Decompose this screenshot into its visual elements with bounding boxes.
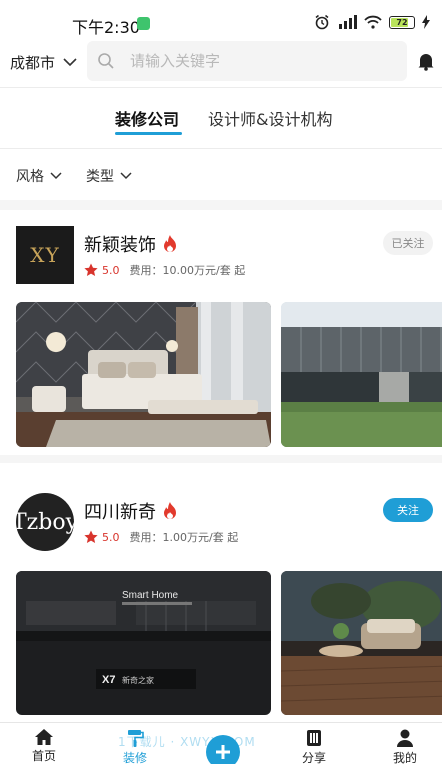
share-icon (307, 730, 321, 746)
case-image-garden[interactable] (281, 571, 442, 715)
filter-type[interactable]: 类型 (86, 166, 132, 186)
svg-text:X7: X7 (102, 674, 115, 686)
status-time: 下午2:30 (72, 18, 140, 37)
company-name[interactable]: 新颖装饰 (84, 231, 156, 257)
section-separator (0, 200, 442, 210)
chevron-down-icon (120, 172, 132, 180)
fire-icon (164, 502, 176, 519)
nav-decoration[interactable]: 装修 (105, 729, 165, 764)
company-name-row: 四川新奇 (84, 498, 178, 524)
star-icon (84, 263, 98, 276)
filter-style-label: 风格 (16, 169, 44, 185)
bell-icon[interactable] (416, 51, 436, 71)
company-logo[interactable]: XY (16, 226, 74, 284)
nav-mine[interactable]: 我的 (375, 729, 435, 764)
search-placeholder[interactable]: 请输入关键字 (130, 50, 220, 71)
fee-text: 费用：1.00万元/套 起 (129, 531, 239, 544)
header-divider (0, 87, 442, 88)
nav-decoration-label: 装修 (122, 751, 147, 764)
smart-home-image: Smart Home X7 新奇之家 (16, 571, 271, 715)
tab-active-indicator (115, 132, 182, 135)
status-icons: 72 (314, 14, 430, 30)
bedroom-image (16, 302, 271, 447)
tab-bar: 装修公司 设计师&设计机构 (0, 96, 442, 146)
home-icon (35, 729, 53, 745)
top-bar: 成都市 请输入关键字 (0, 40, 442, 84)
bottom-nav: 1下载儿 · XWYX.COM 首页 装修 分享 我的 (0, 722, 442, 764)
case-image-smart-home[interactable]: Smart Home X7 新奇之家 (16, 571, 271, 715)
fee-text: 费用：10.00万元/套 起 (129, 264, 246, 277)
search-icon (98, 53, 114, 69)
status-bar: 下午2:30 72 (0, 0, 442, 44)
battery-icon: 72 (389, 15, 415, 29)
nav-home-label: 首页 (31, 749, 56, 763)
fire-icon (164, 235, 176, 252)
smart-home-title: Smart Home (122, 590, 179, 601)
company-logo-text: XY (30, 243, 60, 267)
chevron-down-icon (50, 172, 62, 180)
nav-mine-label: 我的 (392, 751, 417, 764)
wifi-icon (364, 15, 382, 29)
tab-decoration-company[interactable]: 装修公司 (115, 106, 179, 130)
filter-bar: 风格 类型 (0, 156, 442, 196)
company-logo-text: Tzboy (16, 509, 74, 535)
alarm-icon (315, 14, 329, 30)
rating-row: 5.0 费用：10.00万元/套 起 (84, 262, 245, 278)
app-notification-icon (137, 17, 150, 30)
plus-icon (216, 745, 230, 759)
tab-designers[interactable]: 设计师&设计机构 (208, 106, 332, 130)
case-image-villa[interactable] (281, 302, 442, 447)
rating-score: 5.0 (102, 530, 120, 544)
nav-share-label: 分享 (301, 751, 326, 764)
company-logo[interactable]: Tzboy (16, 493, 74, 551)
city-label: 成都市 (10, 54, 56, 72)
case-image-bedroom[interactable] (16, 302, 271, 447)
filter-type-label: 类型 (86, 169, 114, 185)
chevron-down-icon (63, 58, 77, 67)
city-selector[interactable]: 成都市 (10, 52, 77, 73)
follow-button[interactable]: 关注 (383, 498, 433, 522)
star-icon (84, 530, 98, 543)
nav-share[interactable]: 分享 (284, 729, 344, 764)
user-icon (397, 729, 413, 747)
rating-row: 5.0 费用：1.00万元/套 起 (84, 529, 238, 545)
villa-image (281, 302, 442, 447)
rating-score: 5.0 (102, 263, 120, 277)
battery-level: 72 (396, 17, 408, 27)
follow-button[interactable]: 已关注 (383, 231, 433, 255)
charging-icon (422, 15, 430, 29)
signal-icon (339, 15, 357, 29)
paint-roller-icon (128, 730, 144, 747)
section-separator (0, 455, 442, 463)
company-name-row: 新颖装饰 (84, 231, 178, 257)
garden-image (281, 571, 442, 715)
tabs-divider (0, 148, 442, 149)
nav-home[interactable]: 首页 (14, 729, 74, 764)
smart-home-brand: 新奇之家 (122, 675, 154, 685)
filter-style[interactable]: 风格 (16, 166, 62, 186)
add-button[interactable] (206, 735, 240, 764)
company-name[interactable]: 四川新奇 (84, 498, 156, 524)
